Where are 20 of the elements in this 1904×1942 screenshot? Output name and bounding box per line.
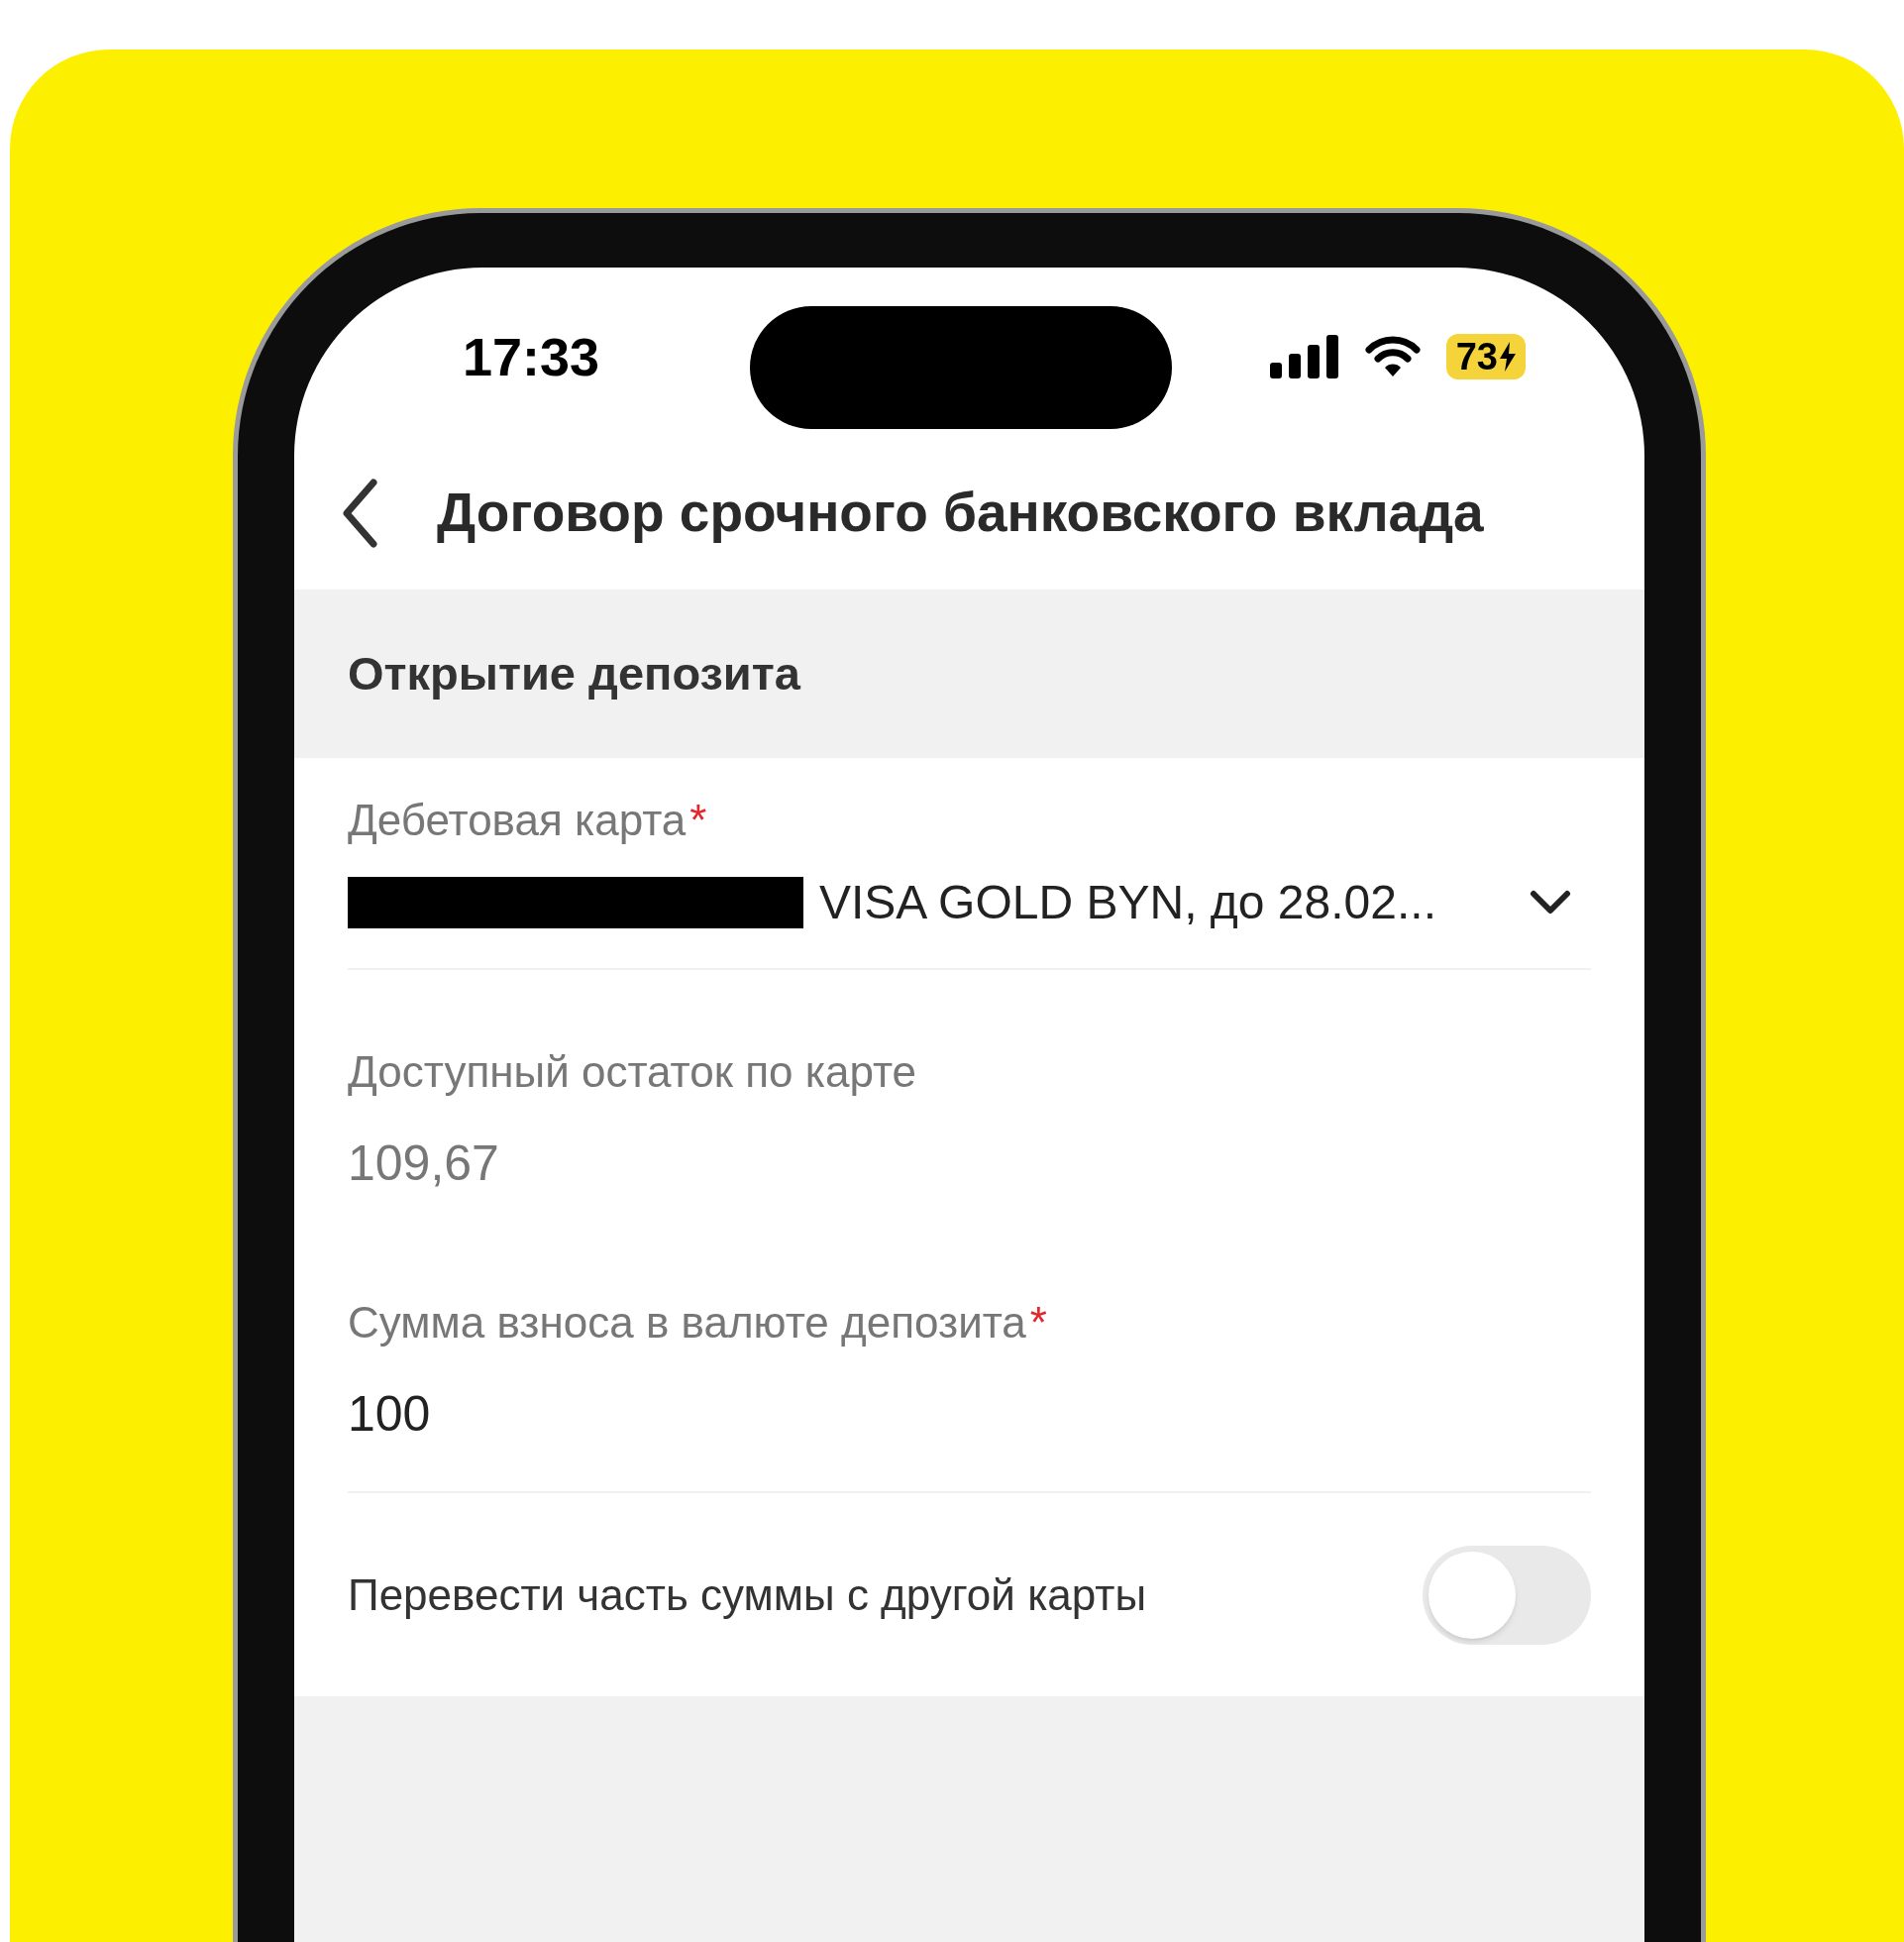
- card-value: VISA GOLD BYN, до 28.02...: [819, 875, 1437, 930]
- toggle-label: Перевести часть суммы с другой карты: [348, 1568, 1147, 1621]
- signal-icon: [1269, 335, 1339, 378]
- status-time: 17:33: [463, 325, 600, 388]
- charging-bolt-icon: [1500, 342, 1516, 372]
- required-asterisk: *: [1029, 1298, 1047, 1347]
- battery-indicator: 73: [1445, 334, 1526, 379]
- amount-value: 100: [348, 1385, 432, 1444]
- card-select-field[interactable]: Дебетовая карта* VISA GOLD BYN, до 28.02...: [348, 788, 1591, 970]
- chevron-down-icon: [1530, 890, 1571, 916]
- field-label: Дебетовая карта: [348, 796, 687, 844]
- wifi-icon: [1364, 336, 1421, 378]
- balance-value: 109,67: [348, 1134, 500, 1193]
- section-header: Открытие депозита: [294, 590, 1644, 758]
- back-icon[interactable]: [342, 478, 377, 548]
- amount-field[interactable]: Сумма взноса в валюте депозита* 100: [348, 1250, 1591, 1493]
- required-asterisk: *: [689, 796, 707, 844]
- page-title: Договор срочного банковского вклада: [437, 481, 1484, 546]
- field-label: Доступный остаток по карте: [348, 1046, 918, 1098]
- field-label: Сумма взноса в валюте депозита: [348, 1298, 1026, 1347]
